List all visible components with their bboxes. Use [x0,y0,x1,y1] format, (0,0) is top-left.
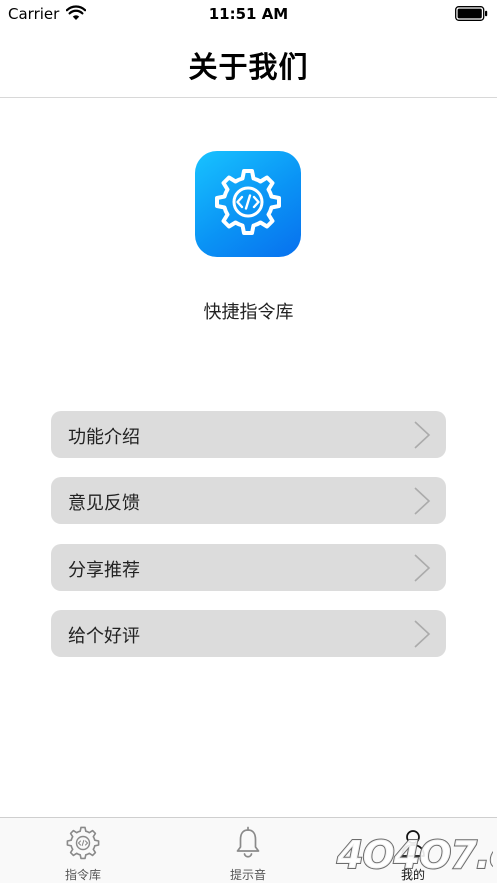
menu-item-label: 意见反馈 [68,493,140,514]
watermark-logo: 4O4O7.com [335,832,493,878]
menu-item-feedback[interactable]: 意见反馈 [51,477,446,524]
status-bar: Carrier 11:51 AM [0,0,497,30]
menu-item-share[interactable]: 分享推荐 [51,544,446,591]
app-name: 快捷指令库 [203,302,294,323]
app-icon [195,151,301,257]
clock: 11:51 AM [208,5,289,23]
tab-command-library[interactable]: 指令库 [23,818,143,883]
gear-code-icon [66,826,100,860]
tab-label: 指令库 [64,868,101,882]
watermark-text: 4O4O7.com [336,833,493,877]
chevron-right-icon [414,421,431,449]
bell-icon [236,826,260,858]
menu-item-label: 给个好评 [68,626,140,647]
navigation-bar: 关于我们 [0,30,497,98]
menu-item-label: 功能介绍 [68,427,140,448]
page-title: 关于我们 [188,50,309,84]
menu-item-label: 分享推荐 [68,560,140,581]
chevron-right-icon [414,620,431,648]
gear-code-icon [215,169,281,235]
chevron-right-icon [414,554,431,582]
chevron-right-icon [414,487,431,515]
menu-item-rate[interactable]: 给个好评 [51,610,446,657]
menu-item-feature-intro[interactable]: 功能介绍 [51,411,446,458]
battery-icon [455,6,488,21]
tab-alert-sounds[interactable]: 提示音 [188,818,308,883]
tab-label: 提示音 [229,868,266,882]
